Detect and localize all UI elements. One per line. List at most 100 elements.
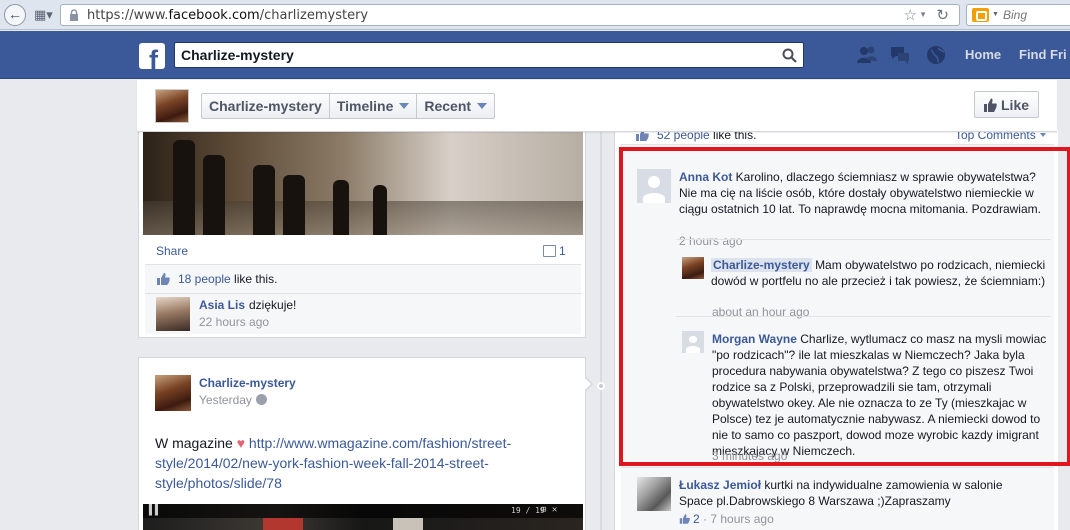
- photo-detail: [373, 185, 387, 235]
- bing-icon[interactable]: [972, 8, 989, 22]
- photo-detail: [283, 175, 305, 235]
- thumbs-up-icon: [679, 514, 690, 524]
- divider: [676, 239, 1051, 240]
- home-link[interactable]: Home: [965, 47, 1001, 62]
- photo-detail: [253, 165, 275, 235]
- comment-likes[interactable]: 2: [679, 512, 700, 526]
- facebook-logo-icon[interactable]: f: [139, 43, 165, 69]
- search-value[interactable]: Charlize-mystery: [181, 47, 294, 63]
- comment-time[interactable]: 22 hours ago: [199, 315, 269, 329]
- comment: Łukasz Jemioł kurtki na indywidualne zam…: [637, 477, 1047, 530]
- page-gutter: [1058, 130, 1070, 530]
- story-text: W magazine ♥ http://www.wmagazine.com/fa…: [155, 435, 512, 491]
- comment-text: dziękuje!: [249, 298, 297, 312]
- address-bar[interactable]: https://www.facebook.com/charlizemystery…: [60, 4, 960, 26]
- find-friends-link[interactable]: Find Fri: [1019, 47, 1067, 62]
- notifications-globe-icon[interactable]: [925, 44, 947, 66]
- refresh-icon[interactable]: ↻: [936, 6, 949, 24]
- timeline-spine: [600, 132, 602, 530]
- comment-count[interactable]: 1: [543, 244, 566, 258]
- default-avatar-icon[interactable]: [637, 169, 671, 203]
- share-link[interactable]: Share: [156, 244, 188, 258]
- media-controls[interactable]: ⊞ ✕: [541, 505, 557, 515]
- comment-body: Morgan Wayne Charlize, wytlumacz co masz…: [712, 331, 1050, 459]
- crumb-timeline[interactable]: Timeline: [330, 94, 418, 118]
- photo-detail: [333, 180, 349, 235]
- messages-icon[interactable]: [889, 44, 911, 66]
- comment-text: Karolino, dlaczego ściemniasz w sprawie …: [679, 170, 1041, 216]
- browser-toolbar: ← ▦▾ https://www.facebook.com/charlizemy…: [0, 0, 1070, 30]
- meta-separator: ·: [699, 512, 711, 526]
- public-globe-icon: [255, 394, 267, 405]
- avatar[interactable]: [682, 257, 704, 279]
- search-engine-dropdown-icon[interactable]: ▼: [992, 11, 999, 18]
- avatar[interactable]: [155, 375, 191, 411]
- thumbs-up-icon: [157, 273, 170, 285]
- comments-list: Anna Kot Karolino, dlaczego ściemniasz w…: [621, 144, 1054, 530]
- photo-detail: [203, 155, 225, 235]
- url-text[interactable]: https://www.facebook.com/charlizemystery: [87, 8, 368, 23]
- lock-icon: [70, 9, 78, 21]
- search-engine-placeholder[interactable]: Bing: [1003, 8, 1027, 22]
- comment-body: Anna Kot Karolino, dlaczego ściemniasz w…: [679, 169, 1045, 217]
- comment-author[interactable]: Asia Lis: [199, 298, 245, 312]
- divider: [621, 467, 1054, 468]
- page-header: Charlize-mystery Timeline Recent Like: [137, 80, 1057, 132]
- photo-detail: [173, 140, 195, 235]
- likes-suffix: like this.: [230, 272, 278, 286]
- comment-body: Charlize-mystery Mam obywatelstwo po rod…: [711, 257, 1051, 289]
- chevron-down-icon: [399, 103, 410, 109]
- comment-text: Charlize, wytlumacz co masz na mysli mow…: [712, 332, 1047, 458]
- media-counter: 19 / 19: [511, 506, 545, 515]
- facebook-search-input[interactable]: Charlize-mystery: [174, 42, 804, 68]
- comment-time[interactable]: 7 hours ago: [710, 512, 773, 526]
- page-avatar[interactable]: [155, 89, 189, 123]
- comment-author[interactable]: Łukasz Jemioł: [679, 478, 761, 492]
- friend-requests-icon[interactable]: [856, 44, 878, 66]
- likers-link[interactable]: 18 people: [178, 272, 231, 286]
- feedback-section: 18 people like this. Asia Lis dziękuje! …: [145, 264, 581, 334]
- browser-search-box[interactable]: ▼ Bing: [966, 4, 1070, 26]
- avatar[interactable]: [637, 477, 671, 511]
- comment-author[interactable]: Charlize-mystery: [711, 258, 812, 272]
- dropdown-arrow-icon[interactable]: ▼: [919, 10, 927, 19]
- default-avatar-icon[interactable]: [682, 331, 704, 353]
- likes-line: 18 people like this.: [156, 272, 277, 286]
- timeline-dot: [597, 382, 605, 390]
- media-preview[interactable]: ▌▌ 19 / 19 ⊞ ✕: [143, 504, 583, 530]
- chevron-down-icon: [477, 103, 488, 109]
- comment-author[interactable]: Morgan Wayne: [712, 332, 797, 346]
- facebook-top-bar: f Charlize-mystery Home Find Fri: [0, 31, 1070, 79]
- tabs-grid-icon[interactable]: ▦▾: [34, 8, 53, 22]
- reply: Morgan Wayne Charlize, wytlumacz co masz…: [682, 331, 1050, 476]
- pause-icon[interactable]: ▌▌: [149, 505, 161, 516]
- comment-author[interactable]: Anna Kot: [679, 170, 732, 184]
- thumbs-up-icon: [984, 98, 997, 112]
- comment-body: Łukasz Jemioł kurtki na indywidualne zam…: [679, 477, 1039, 509]
- chevron-down-icon: [1039, 133, 1046, 137]
- crumb-recent[interactable]: Recent: [417, 94, 494, 118]
- comment: Anna Kot Karolino, dlaczego ściemniasz w…: [637, 169, 1047, 249]
- back-arrow-icon[interactable]: ←: [4, 4, 26, 26]
- story-author[interactable]: Charlize-mystery: [199, 376, 296, 390]
- comment-icon: [543, 245, 556, 257]
- crumb-page-name[interactable]: Charlize-mystery: [202, 94, 330, 118]
- comment: Asia Lis dziękuje! 22 hours ago: [145, 293, 581, 333]
- timeline-pointer: [584, 376, 593, 392]
- comment-time[interactable]: 3 minutes ago: [712, 449, 787, 463]
- heart-icon: ♥: [236, 435, 246, 451]
- bookmark-star-icon[interactable]: ☆: [904, 6, 917, 24]
- divider: [676, 316, 1051, 317]
- story-card-right: 52 people like this. Top Comments Anna K…: [614, 128, 1059, 530]
- media-detail: [393, 518, 423, 530]
- like-button-label: Like: [1001, 97, 1030, 113]
- replies-thread: Charlize-mystery Mam obywatelstwo po rod…: [676, 239, 1051, 473]
- breadcrumb: Charlize-mystery Timeline Recent: [201, 93, 496, 119]
- runway-photo[interactable]: [143, 130, 583, 235]
- comment-meta: 2 · 7 hours ago: [679, 512, 774, 526]
- avatar[interactable]: [156, 297, 190, 331]
- like-page-button[interactable]: Like: [974, 91, 1039, 118]
- story-time[interactable]: Yesterday: [199, 393, 267, 407]
- search-icon[interactable]: [782, 48, 797, 63]
- media-bar: ▌▌ 19 / 19 ⊞ ✕: [143, 504, 583, 518]
